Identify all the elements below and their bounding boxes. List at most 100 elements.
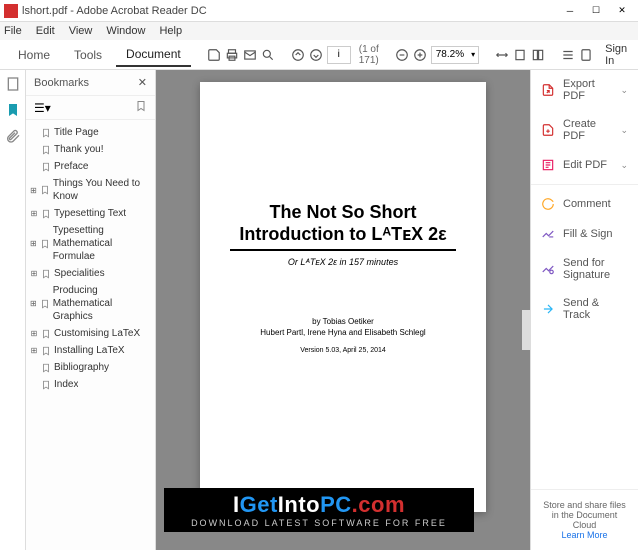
bookmark-label: Preface [54,160,88,173]
zoom-in-icon[interactable] [413,45,427,65]
bookmark-label: Bibliography [54,361,109,374]
bookmark-item[interactable]: Title Page [28,124,153,141]
menu-edit[interactable]: Edit [36,25,55,37]
pdf-page: The Not So Short Introduction to LᴬTᴇX 2… [200,82,486,512]
bookmark-icon [41,346,51,356]
thumbnails-icon[interactable] [5,76,21,92]
learn-more-link[interactable]: Learn More [561,530,607,540]
tool-send-for-signature[interactable]: Send for Signature [531,249,638,289]
footer-text: Store and share files in the Document Cl… [541,500,628,530]
bookmark-icon [41,269,51,279]
bookmarks-title: Bookmarks [34,77,89,89]
bookmark-item[interactable]: Preface [28,158,153,175]
watermark-banner: IGetIntoPC.com DOWNLOAD LATEST SOFTWARE … [164,488,474,532]
window-title: lshort.pdf - Adobe Acrobat Reader DC [22,5,558,17]
tool-send-track[interactable]: Send & Track [531,289,638,329]
bookmark-item[interactable]: ⊞ Producing Mathematical Graphics [28,282,153,325]
menu-window[interactable]: Window [106,25,145,37]
more-tools-icon[interactable] [561,45,575,65]
doc-coauthors: Hubert Partl, Irene Hyna and Elisabeth S… [230,328,456,337]
zoom-select[interactable]: 78.2% [431,46,479,64]
doc-version: Version 5.03, April 25, 2014 [230,347,456,354]
page-down-icon[interactable] [309,45,323,65]
watermark-logo: IGetIntoPC.com [168,492,470,518]
bookmarks-list: Title PageThank you! Preface ⊞ Things You N… [26,120,155,550]
bookmark-item[interactable]: ⊞Installing LaTeX [28,342,153,359]
tool-export-pdf[interactable]: Export PDF⌄ [531,70,638,110]
bookmark-item[interactable]: Bibliography [28,359,153,376]
bookmark-label: Producing Mathematical Graphics [53,284,151,323]
page-number-input[interactable] [327,46,351,64]
tool-create-pdf[interactable]: Create PDF⌄ [531,110,638,150]
bookmark-icon [41,162,51,172]
maximize-button[interactable]: ☐ [584,3,608,19]
bookmark-label: Specialities [54,267,105,280]
expand-icon[interactable]: ⊞ [30,267,38,280]
expand-icon[interactable]: ⊞ [30,297,37,310]
bookmarks-icon[interactable] [5,102,21,118]
divider [531,184,638,185]
expand-icon[interactable]: ⊞ [30,327,38,340]
bookmark-item[interactable]: ⊞ Specialities [28,265,153,282]
title-rule [230,249,456,251]
bookmark-icon [41,380,51,390]
tool-label: Edit PDF [563,159,607,171]
bookmark-label: Things You Need to Know [53,177,151,203]
search-icon[interactable] [261,45,275,65]
expand-icon[interactable]: ⊞ [30,207,38,220]
fit-width-icon[interactable] [495,45,509,65]
attachments-icon[interactable] [5,128,21,144]
tool-fill-sign[interactable]: Fill & Sign [531,219,638,249]
tab-document[interactable]: Document [116,43,191,67]
expand-icon[interactable]: ⊞ [30,344,38,357]
bookmarks-header: Bookmarks ✕ [26,70,155,96]
close-panel-icon[interactable]: ✕ [138,76,147,89]
page-count: (1 of 171) [359,44,379,66]
doc-subtitle: Or LᴬTᴇX 2ε in 157 minutes [230,257,456,267]
titlebar: lshort.pdf - Adobe Acrobat Reader DC ─ ☐… [0,0,638,22]
tab-home[interactable]: Home [8,44,60,66]
zoom-out-icon[interactable] [395,45,409,65]
bookmark-options-icon[interactable]: ☰▾ [34,101,51,115]
expand-icon[interactable]: ⊞ [30,237,37,250]
new-bookmark-icon[interactable] [135,100,147,115]
close-button[interactable]: ✕ [610,3,634,19]
bookmark-item[interactable]: Index [28,376,153,393]
document-viewer[interactable]: The Not So Short Introduction to LᴬTᴇX 2… [156,70,530,550]
menu-view[interactable]: View [69,25,93,37]
bookmark-item[interactable]: ⊞Typesetting Text [28,205,153,222]
fit-page-icon[interactable] [513,45,527,65]
bookmark-item[interactable]: Thank you! [28,141,153,158]
minimize-button[interactable]: ─ [558,3,582,19]
tool-label: Fill & Sign [563,228,613,240]
tool-comment[interactable]: Comment [531,189,638,219]
sign-in-button[interactable]: Sign In [597,39,635,71]
menu-help[interactable]: Help [159,25,182,37]
tool-edit-pdf[interactable]: Edit PDF⌄ [531,150,638,180]
bookmarks-tools: ☰▾ [26,96,155,120]
app-icon [4,4,18,18]
tool-label: Create PDF [563,118,612,142]
menu-file[interactable]: File [4,25,22,37]
bookmark-icon [40,299,50,309]
save-icon[interactable] [207,45,221,65]
tools-footer: Store and share files in the Document Cl… [531,489,638,550]
panel-collapse-handle[interactable] [522,310,530,350]
mail-icon[interactable] [243,45,257,65]
bookmark-icon [40,185,50,195]
bookmark-icon [41,329,51,339]
bookmark-item[interactable]: ⊞ Things You Need to Know [28,175,153,205]
bookmark-icon [41,145,51,155]
print-icon[interactable] [225,45,239,65]
bookmark-item[interactable]: ⊞Customising LaTeX [28,325,153,342]
tab-tools[interactable]: Tools [64,44,112,66]
tool-label: Send & Track [563,297,628,321]
view-mode-icon[interactable] [531,45,545,65]
bookmark-icon [40,239,50,249]
page-up-icon[interactable] [291,45,305,65]
tool-icon [541,302,555,316]
device-icon[interactable] [579,45,593,65]
bookmark-item[interactable]: ⊞Typesetting Mathematical Formulae [28,222,153,265]
expand-icon[interactable]: ⊞ [30,184,37,197]
tool-label: Comment [563,198,611,210]
